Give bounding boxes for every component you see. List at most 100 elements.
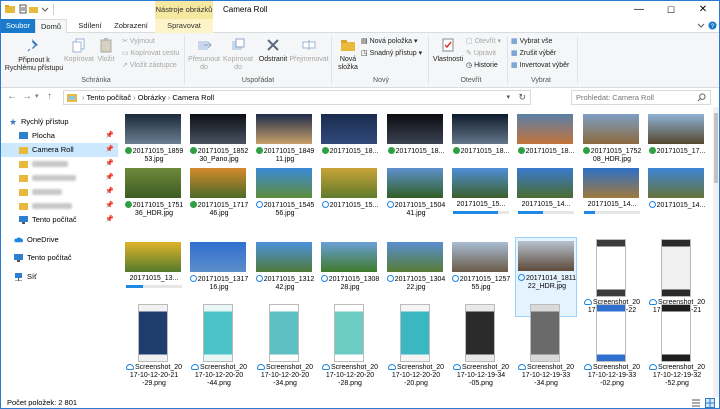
file-tile[interactable]: 20171015_1317 16.jpg <box>188 239 250 301</box>
nav-onedrive[interactable]: OneDrive <box>1 233 118 247</box>
copy-path-button[interactable]: ▭ Kopírovat cestu <box>122 48 179 59</box>
move-to-button[interactable]: Přesunout do <box>187 37 221 72</box>
recent-locations-chevron-icon[interactable]: ▾ <box>35 91 39 103</box>
tab-home[interactable]: Domů <box>35 19 67 34</box>
breadcrumb-item[interactable]: Tento počítač <box>86 93 131 102</box>
breadcrumb-item[interactable]: Obrázky <box>138 93 166 102</box>
scrollbar-thumb[interactable] <box>714 113 718 183</box>
edit-button[interactable]: ✎ Upravit <box>466 48 496 59</box>
file-tile[interactable]: 20171015_1257 55.jpg <box>450 239 512 301</box>
search-input[interactable] <box>576 91 696 104</box>
nav-desktop[interactable]: Plocha 📌 <box>1 129 118 143</box>
file-tile[interactable]: Screenshot_20 17-10-12-20-21 -29.png <box>123 304 185 387</box>
file-tile[interactable]: Screenshot_20 17-10-12-20-20 -34.png <box>254 304 316 387</box>
file-tile[interactable]: 20171015_1304 22.jpg <box>385 239 447 301</box>
easy-access-button[interactable]: ◳ Snadný přístup ▾ <box>361 48 422 59</box>
file-tile[interactable]: 20171015_18... <box>515 111 577 173</box>
help-icon[interactable]: ? <box>708 21 717 30</box>
nav-pinned-folder[interactable]: 📌 <box>1 171 118 185</box>
nav-camera-roll[interactable]: Camera Roll 📌 <box>1 143 118 157</box>
file-tile[interactable]: 20171015_1751 36_HDR.jpg <box>123 165 185 227</box>
nav-quick-access[interactable]: ★ Rychlý přístup <box>1 115 118 129</box>
chevron-down-icon[interactable]: ▾ <box>506 91 510 104</box>
file-tile[interactable]: 20171015_1852 30_Pano.jpg <box>188 111 250 173</box>
file-tile[interactable]: Screenshot_20 17-10-12-19-32 -52.png <box>646 304 708 387</box>
file-tile[interactable]: Screenshot_20 17-10-12-20-20 -20.png <box>385 304 447 387</box>
properties-quick-icon[interactable] <box>18 4 28 14</box>
invert-selection-button[interactable]: ▦ Invertovat výběr <box>511 60 569 71</box>
select-none-button[interactable]: ▦ Zrušit výběr <box>511 48 556 59</box>
select-all-button[interactable]: ▦ Vybrat vše <box>511 36 552 47</box>
nav-pinned-folder[interactable]: 📌 <box>1 157 118 171</box>
file-tile[interactable]: 20171015_15... <box>450 165 512 227</box>
file-tile[interactable]: Screenshot_20 17-10-12-19-33 -34.png <box>515 304 577 387</box>
address-bar[interactable]: › Tento počítač › Obrázky › Camera Roll … <box>63 90 531 105</box>
tab-manage[interactable]: Spravovat <box>155 19 213 33</box>
breadcrumb-item[interactable]: Camera Roll <box>172 93 214 102</box>
large-icons-view-icon[interactable] <box>705 398 715 408</box>
file-tile[interactable]: 20171015_1545 56.jpg <box>254 165 316 227</box>
file-tile[interactable]: 20171015_1312 42.jpg <box>254 239 316 301</box>
open-button[interactable]: ▢ Otevřít ▾ <box>466 36 501 47</box>
file-tile[interactable]: 20171015_1752 08_HDR.jpg <box>581 111 643 173</box>
search-box[interactable] <box>571 90 711 105</box>
file-tile[interactable]: 20171015_1859 53.jpg <box>123 111 185 173</box>
file-tile[interactable]: 20171015_18... <box>319 111 381 173</box>
tab-share[interactable]: Sdílení <box>71 19 109 33</box>
nav-network[interactable]: Síť <box>1 270 118 284</box>
file-tile[interactable]: 20171015_18... <box>450 111 512 173</box>
file-tile[interactable]: 20171015_1717 46.jpg <box>188 165 250 227</box>
nav-pinned-folder[interactable]: 📌 <box>1 199 118 213</box>
copy-button[interactable]: Kopírovat <box>63 37 95 64</box>
properties-label: Vlastnosti <box>432 56 464 63</box>
new-folder-button[interactable]: Nová složka <box>334 37 362 72</box>
refresh-icon[interactable]: ↻ <box>518 91 526 104</box>
file-tile[interactable]: Screenshot_2017-10-12-20-21-36.png <box>646 239 708 322</box>
new-item-button[interactable]: ▤ Nová položka ▾ <box>361 36 417 47</box>
forward-arrow-icon[interactable]: → <box>22 91 32 103</box>
file-tile[interactable]: 20171015_1308 28.jpg <box>319 239 381 301</box>
file-tile[interactable]: 20171015_18... <box>385 111 447 173</box>
file-tile[interactable]: 20171015_1849 11.jpg <box>254 111 316 173</box>
search-icon[interactable] <box>697 93 706 102</box>
close-button[interactable]: ✕ <box>687 1 719 19</box>
chevron-down-icon[interactable] <box>697 22 705 30</box>
copy-to-button[interactable]: Kopírovat do <box>221 37 255 72</box>
rename-button[interactable]: Přejmenovat <box>289 37 329 64</box>
file-tile[interactable]: 20171015_14... <box>515 165 577 227</box>
file-tile[interactable]: 20171015_13... <box>123 239 185 301</box>
file-tile[interactable]: Screenshot_20 17-10-12-20-20 -28.png <box>319 304 381 387</box>
file-tile[interactable]: Screenshot_20 17-10-12-20-20 -44.png <box>188 304 250 387</box>
delete-button[interactable]: Odstranit <box>257 37 289 64</box>
paste-shortcut-button[interactable]: ↗ Vložit zástupce <box>122 60 177 71</box>
details-view-icon[interactable] <box>691 398 701 408</box>
file-tile[interactable]: 20171015_1504 41.jpg <box>385 165 447 227</box>
file-name: 20171015_18... <box>319 147 381 156</box>
properties-button[interactable]: Vlastnosti <box>430 37 466 64</box>
chevron-down-icon[interactable] <box>40 4 50 14</box>
file-tile[interactable]: Screenshot_2017-10-12-20-22-09.png <box>581 239 643 322</box>
file-tile[interactable]: 20171015_15... <box>319 165 381 227</box>
up-arrow-icon[interactable]: ↑ <box>47 91 52 103</box>
file-tile[interactable]: Screenshot_20 17-10-12-19-33 -02.png <box>581 304 643 387</box>
maximize-button[interactable]: ☐ <box>655 1 687 19</box>
file-name-line: 53.jpg <box>144 156 164 163</box>
back-arrow-icon[interactable]: ← <box>7 91 17 103</box>
pin-quick-access-button[interactable]: Připnout k Rychlému přístupu <box>3 37 65 73</box>
file-tile[interactable]: 20171015_14... <box>581 165 643 227</box>
file-tile[interactable]: 20171015_14... <box>646 165 708 227</box>
vertical-scrollbar[interactable] <box>713 107 719 397</box>
file-name-line: 20171015_14... <box>656 202 706 209</box>
paste-button[interactable]: Vložit <box>94 37 118 64</box>
nav-pinned-folder[interactable]: 📌 <box>1 185 118 199</box>
nav-this-pc[interactable]: Tento počítač <box>1 251 118 265</box>
history-button[interactable]: ◷ Historie <box>466 60 498 71</box>
new-folder-quick-icon[interactable] <box>29 4 39 14</box>
file-tile[interactable]: 20171015_17... <box>646 111 708 173</box>
cut-button[interactable]: ✂ Vyjmout <box>122 36 155 47</box>
minimize-button[interactable]: — <box>623 1 655 19</box>
nav-this-pc-pinned[interactable]: Tento počítač 📌 <box>1 213 118 227</box>
tab-view[interactable]: Zobrazení <box>109 19 153 33</box>
file-tile[interactable]: Screenshot_20 17-10-12-19-34 -05.png <box>450 304 512 387</box>
tab-file[interactable]: Soubor <box>1 19 35 33</box>
